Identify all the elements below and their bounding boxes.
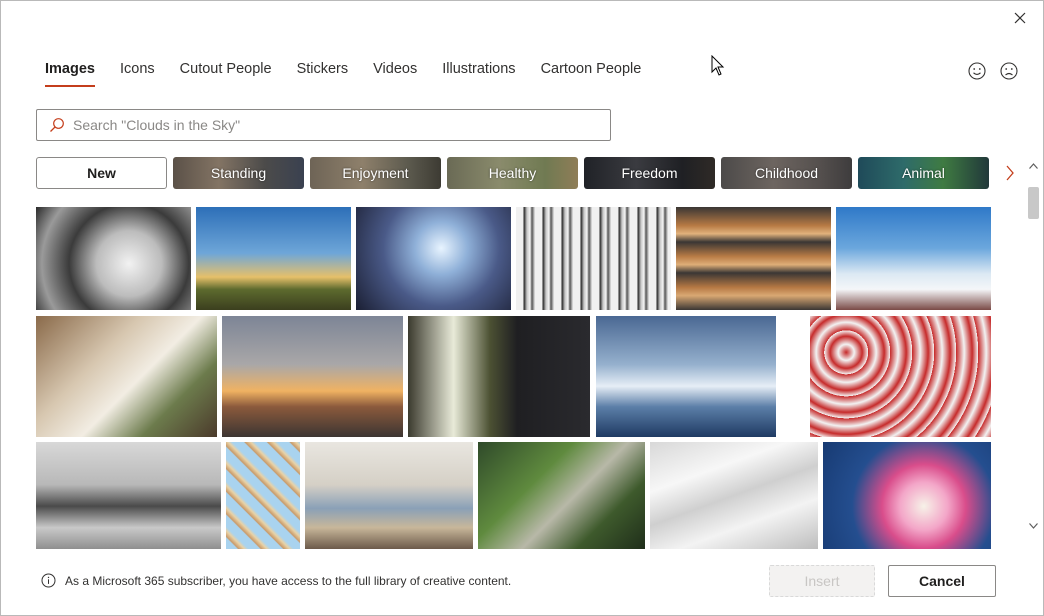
image-tile-woman-desk[interactable] — [305, 442, 473, 549]
category-chip-label: Enjoyment — [342, 165, 409, 181]
category-chip-label: New — [87, 165, 116, 181]
category-chip-childhood[interactable]: Childhood — [721, 157, 852, 189]
image-tile-balancing-spheres[interactable] — [36, 442, 221, 549]
search-icon — [50, 118, 64, 132]
tab-cartoon-people[interactable]: Cartoon People — [531, 53, 652, 87]
insert-button[interactable]: Insert — [769, 565, 875, 597]
scroll-up-button[interactable] — [1025, 157, 1042, 174]
subscriber-info-text: As a Microsoft 365 subscriber, you have … — [65, 573, 512, 588]
tab-icons[interactable]: Icons — [110, 53, 165, 87]
image-results-grid — [36, 207, 992, 549]
tab-videos[interactable]: Videos — [363, 53, 427, 87]
media-type-tabs: Images Icons Cutout People Stickers Vide… — [35, 53, 656, 93]
image-tile-beach-umbrellas[interactable] — [810, 316, 991, 437]
stock-images-dialog: Images Icons Cutout People Stickers Vide… — [0, 0, 1044, 616]
scroll-thumb[interactable] — [1028, 187, 1039, 219]
category-chip-freedom[interactable]: Freedom — [584, 157, 715, 189]
image-tile-concert-crowd[interactable] — [356, 207, 511, 310]
category-chip-healthy[interactable]: Healthy — [447, 157, 578, 189]
cancel-button[interactable]: Cancel — [888, 565, 996, 597]
close-button[interactable] — [1009, 7, 1031, 29]
image-tile-wedding-table[interactable] — [36, 316, 217, 437]
tab-images[interactable]: Images — [35, 53, 105, 87]
mouse-cursor-icon — [711, 55, 725, 76]
image-tile-icy-sea[interactable] — [596, 316, 776, 437]
category-chip-new[interactable]: New — [36, 157, 167, 189]
chevron-right-icon — [1006, 165, 1014, 181]
category-chip-label: Standing — [210, 165, 267, 181]
subscriber-info: As a Microsoft 365 subscriber, you have … — [41, 573, 511, 588]
frown-icon — [1000, 62, 1018, 80]
image-tile-woman-sunset[interactable] — [222, 316, 403, 437]
image-tile-bridge-clouds[interactable] — [836, 207, 991, 310]
image-tile-bottle-pattern[interactable] — [226, 442, 300, 549]
category-chip-label: Animal — [902, 165, 945, 181]
image-tile-open-book[interactable] — [650, 442, 818, 549]
scroll-down-button[interactable] — [1025, 517, 1042, 534]
image-tile-frangipani[interactable] — [823, 442, 991, 549]
image-tile-spiral-staircase[interactable] — [36, 207, 191, 310]
search-box[interactable] — [36, 109, 611, 141]
chevron-up-icon — [1029, 162, 1038, 169]
image-tile-hands-flowers[interactable] — [408, 316, 590, 437]
categories-next-button[interactable] — [999, 161, 1021, 185]
image-tile-baguettes[interactable] — [676, 207, 831, 310]
image-tile-desert-cactus[interactable] — [196, 207, 351, 310]
smile-feedback-button[interactable] — [967, 61, 987, 81]
close-icon — [1014, 12, 1026, 24]
smile-icon — [968, 62, 986, 80]
tab-cutout-people[interactable]: Cutout People — [170, 53, 282, 87]
frown-feedback-button[interactable] — [999, 61, 1019, 81]
category-chip-standing[interactable]: Standing — [173, 157, 304, 189]
category-chip-label: Freedom — [621, 165, 678, 181]
category-chip-enjoyment[interactable]: Enjoyment — [310, 157, 441, 189]
image-tile-watering-plants[interactable] — [478, 442, 645, 549]
info-icon — [41, 573, 56, 588]
tab-illustrations[interactable]: Illustrations — [432, 53, 525, 87]
chevron-down-icon — [1029, 522, 1038, 529]
vertical-scrollbar[interactable] — [1025, 157, 1042, 537]
image-tile-birch-trees[interactable] — [516, 207, 671, 310]
category-chip-label: Childhood — [754, 165, 819, 181]
search-input[interactable] — [73, 117, 593, 133]
tab-stickers[interactable]: Stickers — [287, 53, 359, 87]
category-chip-animal[interactable]: Animal — [858, 157, 989, 189]
category-chip-label: Healthy — [488, 165, 537, 181]
